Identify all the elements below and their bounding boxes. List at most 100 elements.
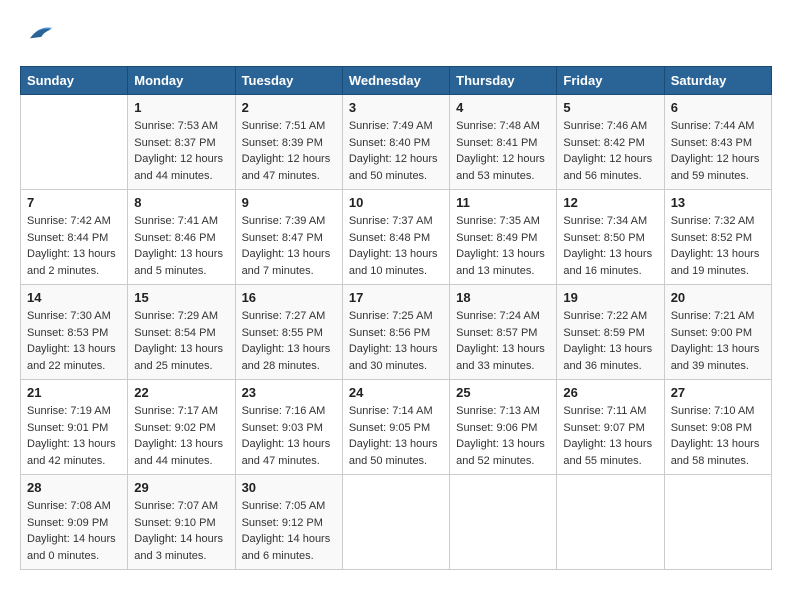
calendar-cell: 5 Sunrise: 7:46 AMSunset: 8:42 PMDaylight… [557,95,664,190]
calendar-week-row: 1 Sunrise: 7:53 AMSunset: 8:37 PMDaylight… [21,95,772,190]
calendar-cell: 15 Sunrise: 7:29 AMSunset: 8:54 PMDayligh… [128,285,235,380]
calendar-day-header: Tuesday [235,67,342,95]
calendar-cell: 29 Sunrise: 7:07 AMSunset: 9:10 PMDayligh… [128,475,235,570]
day-number: 13 [671,195,765,210]
calendar-cell: 16Sunrise: 7:27 AMSunset: 8:55 PMDayligh… [235,285,342,380]
day-info: Sunrise: 7:51 AMSunset: 8:39 PMDaylight:… [242,118,336,184]
day-number: 9 [242,195,336,210]
day-info: Sunrise: 7:49 AMSunset: 8:40 PMDaylight:… [349,118,443,184]
day-info: Sunrise: 7:10 AMSunset: 9:08 PMDaylight:… [671,403,765,469]
calendar-cell: 22 Sunrise: 7:17 AMSunset: 9:02 PMDayligh… [128,380,235,475]
calendar-cell: 21 Sunrise: 7:19 AMSunset: 9:01 PMDayligh… [21,380,128,475]
day-number: 14 [27,290,121,305]
day-number: 7 [27,195,121,210]
calendar-cell: 28 Sunrise: 7:08 AMSunset: 9:09 PMDayligh… [21,475,128,570]
calendar-cell: 26 Sunrise: 7:11 AMSunset: 9:07 PMDayligh… [557,380,664,475]
day-number: 17 [349,290,443,305]
calendar-header: SundayMondayTuesdayWednesdayThursdayFrid… [21,67,772,95]
day-number: 5 [563,100,657,115]
day-number: 24 [349,385,443,400]
day-number: 10 [349,195,443,210]
day-number: 3 [349,100,443,115]
day-info: Sunrise: 7:24 AMSunset: 8:57 PMDaylight:… [456,308,550,374]
calendar-body: 1 Sunrise: 7:53 AMSunset: 8:37 PMDaylight… [21,95,772,570]
day-number: 27 [671,385,765,400]
day-number: 11 [456,195,550,210]
calendar-cell: 2Sunrise: 7:51 AMSunset: 8:39 PMDaylight… [235,95,342,190]
calendar-cell: 18 Sunrise: 7:24 AMSunset: 8:57 PMDayligh… [450,285,557,380]
calendar-day-header: Sunday [21,67,128,95]
day-info: Sunrise: 7:21 AMSunset: 9:00 PMDaylight:… [671,308,765,374]
page-header [20,20,772,50]
day-number: 18 [456,290,550,305]
calendar-cell: 30 Sunrise: 7:05 AMSunset: 9:12 PMDayligh… [235,475,342,570]
calendar-cell [21,95,128,190]
day-number: 28 [27,480,121,495]
day-info: Sunrise: 7:17 AMSunset: 9:02 PMDaylight:… [134,403,228,469]
day-number: 23 [242,385,336,400]
day-info: Sunrise: 7:41 AMSunset: 8:46 PMDaylight:… [134,213,228,279]
logo-bird-icon [24,20,54,50]
calendar-cell: 10Sunrise: 7:37 AMSunset: 8:48 PMDayligh… [342,190,449,285]
day-number: 21 [27,385,121,400]
calendar-cell: 6 Sunrise: 7:44 AMSunset: 8:43 PMDaylight… [664,95,771,190]
calendar-cell [450,475,557,570]
calendar-cell: 19 Sunrise: 7:22 AMSunset: 8:59 PMDayligh… [557,285,664,380]
calendar-cell [342,475,449,570]
day-info: Sunrise: 7:08 AMSunset: 9:09 PMDaylight:… [27,498,121,564]
calendar-cell: 3 Sunrise: 7:49 AMSunset: 8:40 PMDaylight… [342,95,449,190]
day-info: Sunrise: 7:19 AMSunset: 9:01 PMDaylight:… [27,403,121,469]
calendar-cell: 1 Sunrise: 7:53 AMSunset: 8:37 PMDaylight… [128,95,235,190]
calendar-cell: 24Sunrise: 7:14 AMSunset: 9:05 PMDayligh… [342,380,449,475]
calendar-week-row: 7 Sunrise: 7:42 AMSunset: 8:44 PMDaylight… [21,190,772,285]
calendar-day-header: Wednesday [342,67,449,95]
day-number: 19 [563,290,657,305]
day-info: Sunrise: 7:07 AMSunset: 9:10 PMDaylight:… [134,498,228,564]
calendar-cell: 23 Sunrise: 7:16 AMSunset: 9:03 PMDayligh… [235,380,342,475]
calendar-day-header: Monday [128,67,235,95]
logo [20,20,54,50]
day-number: 30 [242,480,336,495]
day-number: 20 [671,290,765,305]
day-info: Sunrise: 7:48 AMSunset: 8:41 PMDaylight:… [456,118,550,184]
day-info: Sunrise: 7:46 AMSunset: 8:42 PMDaylight:… [563,118,657,184]
day-number: 29 [134,480,228,495]
calendar-cell [664,475,771,570]
calendar-cell: 8 Sunrise: 7:41 AMSunset: 8:46 PMDaylight… [128,190,235,285]
calendar-cell: 20 Sunrise: 7:21 AMSunset: 9:00 PMDayligh… [664,285,771,380]
calendar-cell: 25Sunrise: 7:13 AMSunset: 9:06 PMDayligh… [450,380,557,475]
day-info: Sunrise: 7:11 AMSunset: 9:07 PMDaylight:… [563,403,657,469]
day-number: 8 [134,195,228,210]
calendar-cell: 27 Sunrise: 7:10 AMSunset: 9:08 PMDayligh… [664,380,771,475]
day-info: Sunrise: 7:42 AMSunset: 8:44 PMDaylight:… [27,213,121,279]
day-number: 22 [134,385,228,400]
day-number: 12 [563,195,657,210]
day-number: 16 [242,290,336,305]
calendar-week-row: 14Sunrise: 7:30 AMSunset: 8:53 PMDayligh… [21,285,772,380]
day-info: Sunrise: 7:29 AMSunset: 8:54 PMDaylight:… [134,308,228,374]
calendar-cell: 14Sunrise: 7:30 AMSunset: 8:53 PMDayligh… [21,285,128,380]
calendar-cell: 9 Sunrise: 7:39 AMSunset: 8:47 PMDaylight… [235,190,342,285]
calendar-cell: 13 Sunrise: 7:32 AMSunset: 8:52 PMDayligh… [664,190,771,285]
calendar-week-row: 28 Sunrise: 7:08 AMSunset: 9:09 PMDayligh… [21,475,772,570]
day-number: 4 [456,100,550,115]
day-info: Sunrise: 7:39 AMSunset: 8:47 PMDaylight:… [242,213,336,279]
day-info: Sunrise: 7:35 AMSunset: 8:49 PMDaylight:… [456,213,550,279]
day-info: Sunrise: 7:53 AMSunset: 8:37 PMDaylight:… [134,118,228,184]
day-info: Sunrise: 7:32 AMSunset: 8:52 PMDaylight:… [671,213,765,279]
calendar-cell: 12Sunrise: 7:34 AMSunset: 8:50 PMDayligh… [557,190,664,285]
calendar-header-row: SundayMondayTuesdayWednesdayThursdayFrid… [21,67,772,95]
calendar-table: SundayMondayTuesdayWednesdayThursdayFrid… [20,66,772,570]
day-number: 1 [134,100,228,115]
day-info: Sunrise: 7:22 AMSunset: 8:59 PMDaylight:… [563,308,657,374]
day-number: 15 [134,290,228,305]
day-info: Sunrise: 7:44 AMSunset: 8:43 PMDaylight:… [671,118,765,184]
day-info: Sunrise: 7:25 AMSunset: 8:56 PMDaylight:… [349,308,443,374]
calendar-week-row: 21 Sunrise: 7:19 AMSunset: 9:01 PMDayligh… [21,380,772,475]
calendar-cell: 7 Sunrise: 7:42 AMSunset: 8:44 PMDaylight… [21,190,128,285]
day-number: 26 [563,385,657,400]
day-info: Sunrise: 7:16 AMSunset: 9:03 PMDaylight:… [242,403,336,469]
day-info: Sunrise: 7:05 AMSunset: 9:12 PMDaylight:… [242,498,336,564]
day-number: 6 [671,100,765,115]
calendar-cell: 11 Sunrise: 7:35 AMSunset: 8:49 PMDayligh… [450,190,557,285]
